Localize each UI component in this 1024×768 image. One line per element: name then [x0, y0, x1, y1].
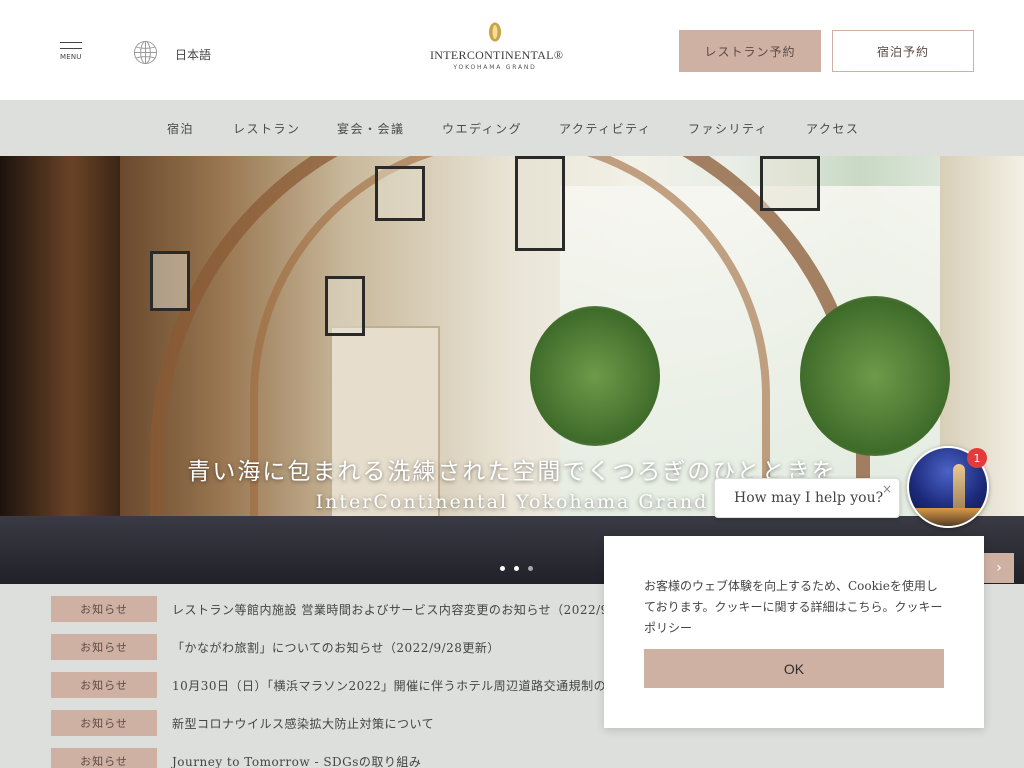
list-item[interactable]: お知らせ 「かながわ旅割」についてのお知らせ（2022/9/28更新）	[51, 634, 500, 660]
hero-plant	[800, 296, 950, 456]
header: MENU 日本語 INTERCONTINENTAL® YOKOHAMA GRAN…	[0, 0, 1024, 100]
hero-slider[interactable]: 青い海に包まれる洗練された空間でくつろぎのひとときを InterContinen…	[0, 156, 1024, 584]
news-badge: お知らせ	[51, 672, 157, 698]
close-icon[interactable]: ×	[882, 482, 892, 496]
city-lights	[909, 508, 987, 526]
menu-label: MENU	[60, 53, 82, 61]
hamburger-icon	[60, 42, 82, 43]
nav-item-wedding[interactable]: ウエディング	[442, 120, 522, 137]
hero-plant	[530, 306, 660, 446]
slider-next-button[interactable]: ›	[984, 553, 1014, 583]
logo-subtitle: YOKOHAMA GRAND	[453, 64, 537, 71]
nav-item-banquet[interactable]: 宴会・会議	[337, 120, 405, 137]
news-badge: お知らせ	[51, 748, 157, 768]
cookie-ok-button[interactable]: OK	[644, 649, 944, 688]
hero-lamp	[325, 276, 365, 336]
logo-name: INTERCONTINENTAL®	[430, 48, 564, 62]
nav-item-activity[interactable]: アクティビティ	[559, 120, 651, 137]
news-badge: お知らせ	[51, 596, 157, 622]
logo-flame-icon	[489, 22, 501, 42]
hero-lamp	[150, 251, 190, 311]
news-badge: お知らせ	[51, 634, 157, 660]
cookie-text[interactable]: お客様のウェブ体験を向上するため、Cookieを使用しております。クッキーに関す…	[644, 576, 948, 639]
list-item[interactable]: お知らせ 10月30日（日）「横浜マラソン2022」開催に伴うホテル周辺道路交通…	[51, 672, 656, 698]
slider-dot[interactable]	[528, 566, 533, 571]
nav-item-restaurant[interactable]: レストラン	[233, 120, 301, 137]
hero-lamp	[515, 156, 565, 251]
stay-reservation-button[interactable]: 宿泊予約	[832, 30, 974, 72]
globe-icon[interactable]	[133, 40, 158, 65]
nav-item-facility[interactable]: ファシリティ	[688, 120, 768, 137]
notification-badge: 1	[967, 448, 987, 468]
news-badge: お知らせ	[51, 710, 157, 736]
restaurant-reservation-button[interactable]: レストラン予約	[679, 30, 821, 72]
logo[interactable]: INTERCONTINENTAL® YOKOHAMA GRAND	[430, 22, 564, 71]
list-item[interactable]: お知らせ レストラン等館内施設 営業時間およびサービス内容変更のお知らせ（202…	[51, 596, 659, 622]
slider-dots	[500, 566, 533, 571]
list-item[interactable]: お知らせ 新型コロナウイルス感染拡大防止対策について	[51, 710, 434, 736]
news-link[interactable]: 新型コロナウイルス感染拡大防止対策について	[172, 715, 434, 732]
language-selector[interactable]: 日本語	[175, 46, 211, 63]
chat-prompt[interactable]: How may I help you?	[714, 478, 900, 518]
slider-dot[interactable]	[500, 566, 505, 571]
news-link[interactable]: レストラン等館内施設 営業時間およびサービス内容変更のお知らせ（2022/9/5…	[172, 601, 659, 618]
cookie-banner: お客様のウェブ体験を向上するため、Cookieを使用しております。クッキーに関す…	[604, 536, 984, 728]
slider-dot[interactable]	[514, 566, 519, 571]
main-nav: 宿泊 レストラン 宴会・会議 ウエディング アクティビティ ファシリティ アクセ…	[0, 100, 1024, 156]
news-link[interactable]: Journey to Tomorrow - SDGsの取り組み	[172, 753, 421, 768]
menu-button[interactable]: MENU	[60, 42, 82, 61]
news-link[interactable]: 「かながわ旅割」についてのお知らせ（2022/9/28更新）	[172, 639, 500, 656]
hero-lamp	[375, 166, 425, 221]
list-item[interactable]: お知らせ Journey to Tomorrow - SDGsの取り組み	[51, 748, 421, 768]
nav-item-access[interactable]: アクセス	[806, 120, 859, 137]
news-link[interactable]: 10月30日（日）「横浜マラソン2022」開催に伴うホテル周辺道路交通規制のお知…	[172, 677, 656, 694]
hamburger-bar	[60, 48, 82, 49]
nav-item-stay[interactable]: 宿泊	[167, 120, 194, 137]
hero-lamp	[760, 156, 820, 211]
